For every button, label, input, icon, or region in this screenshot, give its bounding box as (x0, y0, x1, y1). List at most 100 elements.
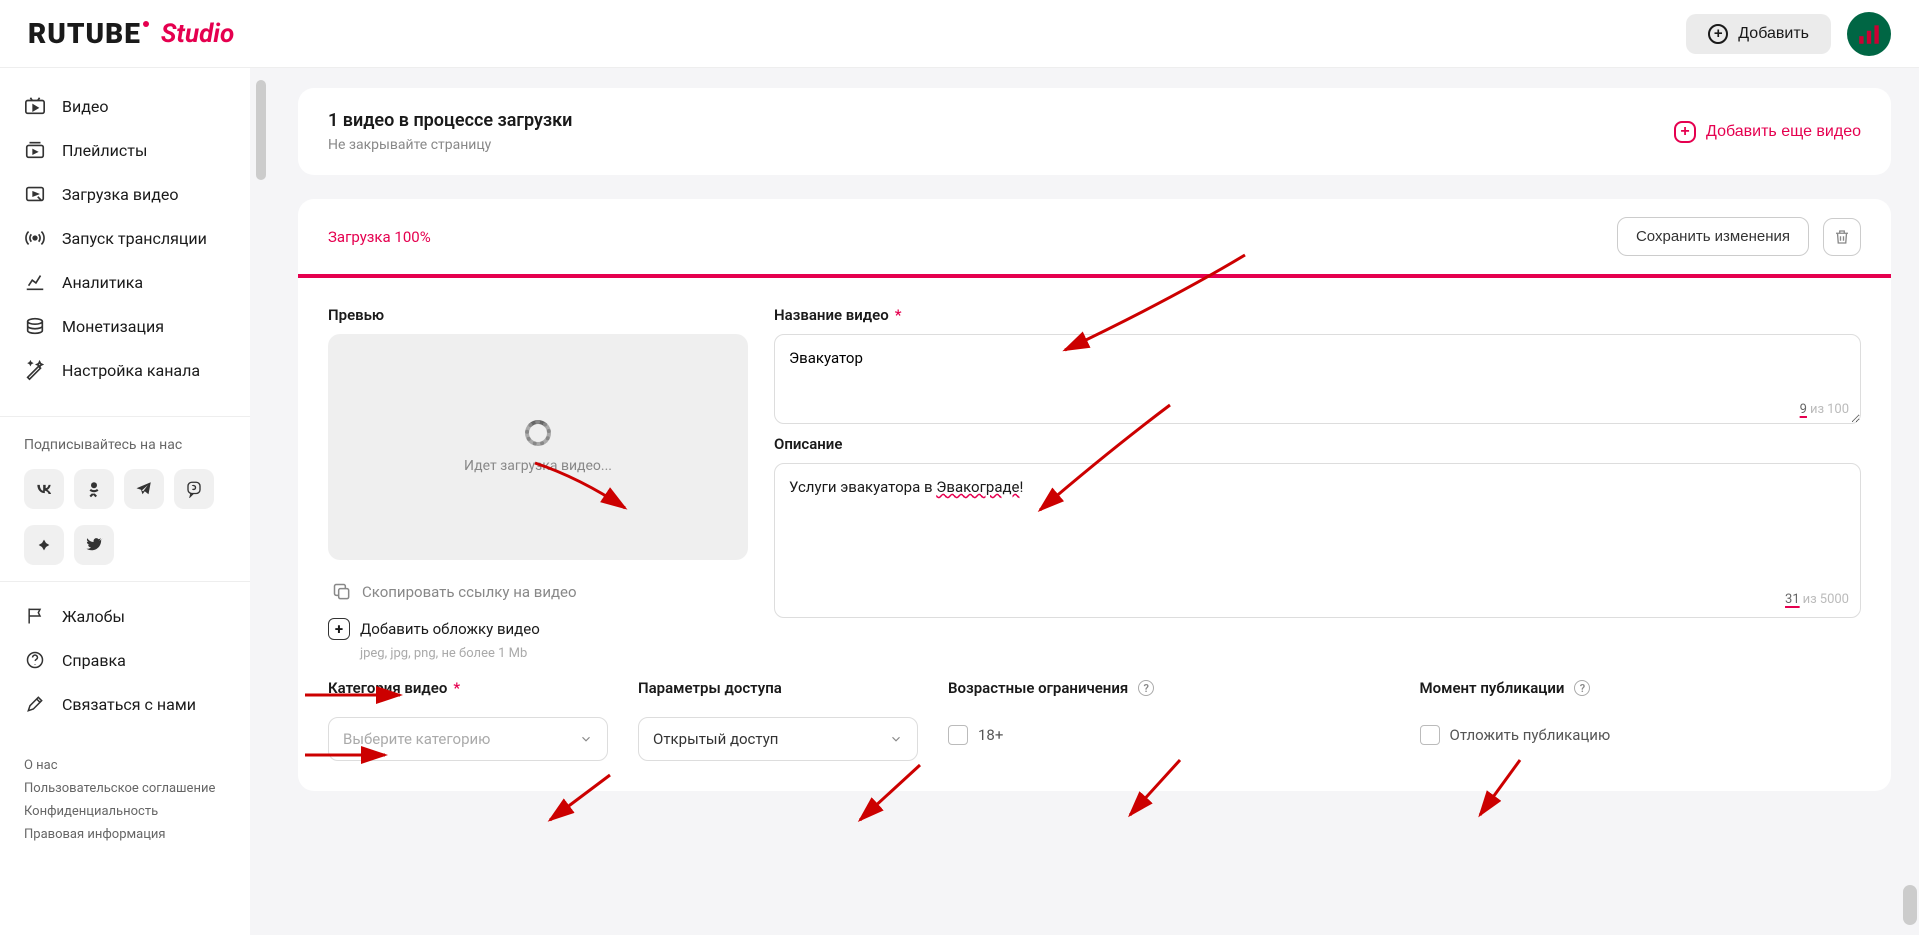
form-row: Категория видео* Выберите категорию Пара… (298, 669, 1891, 791)
delete-button[interactable] (1823, 218, 1861, 256)
editor-header: Загрузка 100% Сохранить изменения (298, 199, 1891, 274)
flag-icon (24, 605, 46, 627)
social-row-2 (0, 521, 250, 569)
footer-legal[interactable]: Правовая информация (24, 823, 226, 846)
sidebar-label: Справка (62, 651, 126, 670)
zen-icon[interactable] (24, 525, 64, 565)
chevron-down-icon (889, 732, 903, 746)
subscribe-label: Подписывайтесь на нас (0, 429, 250, 465)
editor-card: Загрузка 100% Сохранить изменения Превью… (298, 199, 1891, 791)
upload-banner: 1 видео в процессе загрузки Не закрывайт… (298, 88, 1891, 175)
viber-icon[interactable] (174, 469, 214, 509)
copy-icon (332, 582, 352, 602)
footer-privacy[interactable]: Конфиденциальность (24, 800, 226, 823)
editor-body: Превью Идет загрузка видео... Скопироват… (298, 278, 1891, 669)
video-icon (24, 95, 46, 117)
preview-label: Превью (328, 306, 748, 324)
upload-banner-subtitle: Не закрывайте страницу (328, 137, 572, 153)
playlist-icon (24, 139, 46, 161)
sidebar-item-help[interactable]: Справка (0, 638, 250, 682)
logo-main: RUTUBE (28, 17, 141, 50)
app-header: RUTUBE Studio + Добавить (0, 0, 1919, 68)
access-group: Параметры доступа Открытый доступ (638, 679, 918, 761)
footer-links: О нас Пользовательское соглашение Конфид… (0, 738, 250, 862)
desc-label: Описание (774, 435, 1861, 453)
broadcast-icon (24, 227, 46, 249)
help-icon[interactable]: ? (1574, 680, 1590, 696)
sidebar-item-analytics[interactable]: Аналитика (0, 260, 250, 304)
add-more-video-button[interactable]: + Добавить еще видео (1674, 121, 1861, 143)
main-content: 1 видео в процессе загрузки Не закрывайт… (270, 68, 1919, 935)
sidebar-item-videos[interactable]: Видео (0, 84, 250, 128)
add-more-label: Добавить еще видео (1706, 123, 1861, 141)
telegram-icon[interactable] (124, 469, 164, 509)
upload-icon (24, 183, 46, 205)
category-group: Категория видео* Выберите категорию (328, 679, 608, 761)
sidebar-label: Жалобы (62, 607, 125, 626)
copy-link-button[interactable]: Скопировать ссылку на видео (328, 572, 748, 618)
sidebar-label: Монетизация (62, 317, 164, 336)
sidebar-item-stream[interactable]: Запуск трансляции (0, 216, 250, 260)
chevron-down-icon (579, 732, 593, 746)
category-label: Категория видео* (328, 679, 608, 697)
plus-box-icon: + (328, 618, 350, 640)
publish-group: Момент публикации ? Отложить публикацию (1420, 679, 1862, 761)
divider (0, 581, 250, 582)
checkbox-icon[interactable] (948, 725, 968, 745)
page-scrollbar[interactable] (1903, 885, 1917, 925)
sidebar-label: Видео (62, 97, 108, 116)
upload-status: Загрузка 100% (328, 228, 431, 246)
upload-banner-title: 1 видео в процессе загрузки (328, 110, 572, 131)
form-column: Название видео* 9из100 Описание Услуги э… (774, 306, 1861, 661)
help-icon[interactable]: ? (1138, 680, 1154, 696)
avatar[interactable] (1847, 12, 1891, 56)
sidebar-item-complaints[interactable]: Жалобы (0, 594, 250, 638)
plus-icon: + (1708, 24, 1728, 44)
access-select[interactable]: Открытый доступ (638, 717, 918, 761)
sidebar-label: Аналитика (62, 273, 143, 292)
ok-icon[interactable] (74, 469, 114, 509)
logo-dot-icon (143, 21, 149, 27)
vk-icon[interactable] (24, 469, 64, 509)
age-checkbox-row[interactable]: 18+ (948, 717, 1390, 745)
cover-hint: jpeg, jpg, png, не более 1 Mb (360, 646, 748, 661)
required-mark: * (895, 306, 902, 324)
sidebar-item-contact[interactable]: Связаться с нами (0, 682, 250, 726)
sidebar-item-monetization[interactable]: Монетизация (0, 304, 250, 348)
age-group: Возрастные ограничения ? 18+ (948, 679, 1390, 761)
help-icon (24, 649, 46, 671)
analytics-icon (24, 271, 46, 293)
pencil-icon (24, 693, 46, 715)
sidebar-item-playlists[interactable]: Плейлисты (0, 128, 250, 172)
divider (0, 416, 250, 417)
add-cover-label: Добавить обложку видео (360, 620, 540, 638)
sidebar-label: Настройка канала (62, 361, 200, 380)
twitter-icon[interactable] (74, 525, 114, 565)
publish-checkbox-row[interactable]: Отложить публикацию (1420, 717, 1862, 745)
footer-about[interactable]: О нас (24, 754, 226, 777)
desc-counter: 31из5000 (774, 592, 1849, 607)
add-button[interactable]: + Добавить (1686, 14, 1831, 54)
sidebar-label: Запуск трансляции (62, 229, 207, 248)
sidebar-item-upload[interactable]: Загрузка видео (0, 172, 250, 216)
sidebar-item-channel-settings[interactable]: Настройка канала (0, 348, 250, 392)
copy-link-label: Скопировать ссылку на видео (362, 583, 577, 601)
checkbox-icon[interactable] (1420, 725, 1440, 745)
header-actions: + Добавить (1686, 12, 1891, 56)
add-cover-button[interactable]: + Добавить обложку видео (328, 618, 748, 640)
access-label: Параметры доступа (638, 679, 918, 697)
category-select[interactable]: Выберите категорию (328, 717, 608, 761)
logo[interactable]: RUTUBE Studio (28, 17, 234, 50)
spinner-icon (525, 420, 551, 446)
logo-sub: Studio (161, 19, 234, 49)
title-counter: 9из100 (774, 402, 1849, 417)
sidebar: Видео Плейлисты Загрузка видео Запуск тр… (0, 68, 250, 935)
sidebar-scrollbar[interactable] (256, 80, 266, 180)
add-button-label: Добавить (1738, 25, 1809, 43)
publish-label: Момент публикации ? (1420, 679, 1862, 697)
age-label: Возрастные ограничения ? (948, 679, 1390, 697)
preview-column: Превью Идет загрузка видео... Скопироват… (328, 306, 748, 661)
footer-terms[interactable]: Пользовательское соглашение (24, 777, 226, 800)
save-button[interactable]: Сохранить изменения (1617, 217, 1809, 256)
sidebar-support: Жалобы Справка Связаться с нами (0, 594, 250, 738)
